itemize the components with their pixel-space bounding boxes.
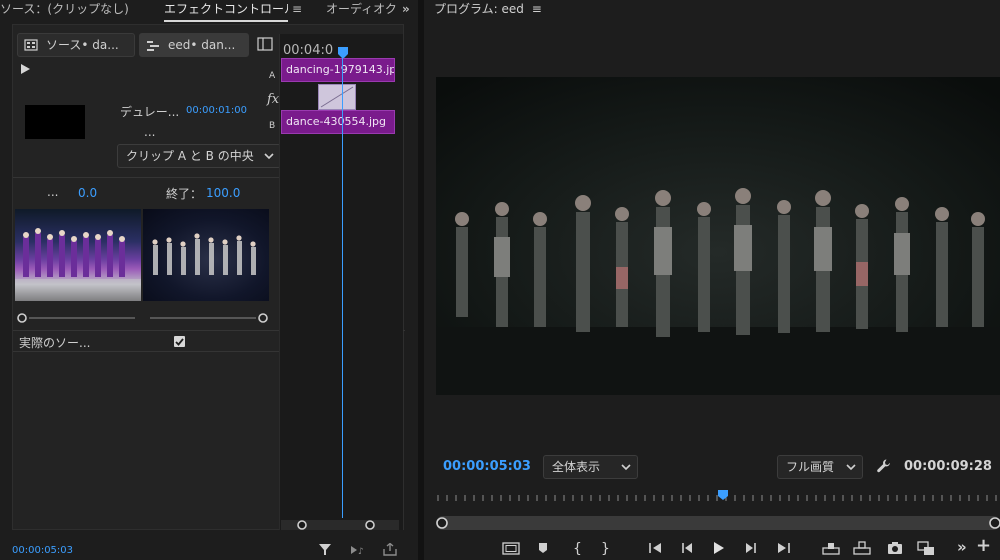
divider xyxy=(13,351,279,352)
track-b-label: B xyxy=(269,121,276,131)
film-icon xyxy=(24,38,38,52)
svg-text:{: { xyxy=(573,541,582,557)
divider xyxy=(13,177,279,178)
mark-out-icon[interactable]: } xyxy=(594,537,616,559)
end-frame-thumbnail xyxy=(143,209,269,301)
source-clip-tab-label: ソース• da... xyxy=(46,38,119,52)
program-duration: 00:00:09:28 xyxy=(904,459,992,474)
end-slider[interactable] xyxy=(150,312,270,324)
svg-text:♪: ♪ xyxy=(358,547,364,556)
export-icon[interactable] xyxy=(382,543,398,556)
program-monitor-title: プログラム: eed xyxy=(434,2,524,16)
effect-controls-timecode[interactable]: 00:00:05:03 xyxy=(12,545,73,556)
panel-overflow-icon[interactable]: » xyxy=(402,0,416,22)
real-source-label: 実際のソー... xyxy=(19,336,91,350)
program-current-time[interactable]: 00:00:05:03 xyxy=(443,459,531,474)
source-clip-tab[interactable]: ソース• da... xyxy=(17,33,135,57)
program-menu-icon[interactable]: ≡ xyxy=(532,2,542,16)
real-source-checkbox[interactable] xyxy=(174,336,185,347)
zoom-level-dropdown[interactable]: 全体表示 xyxy=(543,455,638,479)
comparison-view-icon[interactable] xyxy=(915,537,937,559)
transition-preview-thumbnail xyxy=(25,105,85,139)
left-panel-tabbar: ソース：(クリップなし) エフェクトコントロール ≡ オーディオク » xyxy=(0,0,418,22)
go-to-out-icon[interactable] xyxy=(772,537,794,559)
end-value[interactable]: 100.0 xyxy=(206,186,240,200)
filter-icon[interactable] xyxy=(318,543,332,556)
wrench-icon[interactable] xyxy=(876,458,892,474)
effect-controls-panel: ソース：(クリップなし) エフェクトコントロール ≡ オーディオク » ソース•… xyxy=(0,0,418,560)
timeline-zoom-scrollbar[interactable] xyxy=(281,520,399,530)
camera-icon[interactable] xyxy=(884,537,906,559)
track-a-label: A xyxy=(269,71,276,81)
start-value[interactable]: 0.0 xyxy=(78,186,97,200)
controls-overflow-icon[interactable]: » xyxy=(957,538,967,556)
go-to-in-icon[interactable] xyxy=(645,537,667,559)
end-label: 終了： xyxy=(166,187,203,201)
program-monitor-tab[interactable]: プログラム: eed ≡ xyxy=(434,0,542,18)
clip-a[interactable]: dancing-1979143.jpg xyxy=(281,58,395,82)
alignment-ellipsis: ... xyxy=(144,125,156,139)
transition-block[interactable] xyxy=(318,84,356,110)
tab-source[interactable]: ソース：(クリップなし) xyxy=(0,0,152,22)
step-forward-icon[interactable] xyxy=(740,537,762,559)
duration-label: デュレー... xyxy=(120,105,180,119)
mark-in-icon[interactable]: { xyxy=(566,537,588,559)
playback-quality-dropdown[interactable]: フル画質 xyxy=(777,455,863,479)
chevron-down-icon xyxy=(264,152,274,160)
extract-icon[interactable] xyxy=(851,537,873,559)
button-editor-icon[interactable]: + xyxy=(976,535,991,556)
start-label: ... xyxy=(47,185,59,199)
sequence-clip-tab-label: eed• dan... xyxy=(168,38,236,52)
safe-margins-icon[interactable] xyxy=(500,537,522,559)
chevron-down-icon xyxy=(846,463,856,471)
duration-value[interactable]: 00:00:01:00 xyxy=(186,105,247,116)
tab-audio[interactable]: オーディオク xyxy=(326,0,398,22)
start-frame-thumbnail xyxy=(15,209,141,301)
playhead-line xyxy=(342,52,343,518)
start-slider[interactable] xyxy=(17,312,137,324)
lift-icon[interactable] xyxy=(820,537,842,559)
tab-effect-controls-label: エフェクトコントロール xyxy=(164,2,288,16)
add-marker-icon[interactable] xyxy=(532,537,554,559)
zoom-level-value: 全体表示 xyxy=(552,460,601,474)
effect-controls-menu-icon[interactable]: ≡ xyxy=(292,0,304,22)
alignment-dropdown[interactable]: クリップ A と B の中央 xyxy=(117,144,281,168)
step-back-icon[interactable] xyxy=(676,537,698,559)
sequence-icon xyxy=(146,38,160,52)
mini-timeline: 00:04:0 dancing-1979143.jpg dance-430554… xyxy=(279,34,403,530)
chevron-down-icon xyxy=(621,463,631,471)
alignment-dropdown-value: クリップ A と B の中央 xyxy=(126,149,254,163)
fx-icon[interactable]: fx xyxy=(267,92,279,107)
timeline-time-ruler: 00:04:0 xyxy=(283,43,334,58)
play-preview-icon[interactable] xyxy=(19,63,31,75)
program-zoom-scrollbar[interactable] xyxy=(436,516,1000,530)
tab-effect-controls[interactable]: エフェクトコントロール xyxy=(164,0,288,22)
play-icon[interactable] xyxy=(707,537,729,559)
svg-text:}: } xyxy=(601,541,610,557)
panel-toggle-icon[interactable] xyxy=(257,37,273,51)
clip-b[interactable]: dance-430554.jpg xyxy=(281,110,395,134)
play-audio-icon[interactable]: ♪ xyxy=(350,544,366,556)
playback-quality-value: フル画質 xyxy=(786,460,835,474)
sequence-clip-tab[interactable]: eed• dan... xyxy=(139,33,249,57)
program-video-frame[interactable] xyxy=(436,77,1000,395)
program-time-ruler[interactable] xyxy=(436,488,1000,504)
